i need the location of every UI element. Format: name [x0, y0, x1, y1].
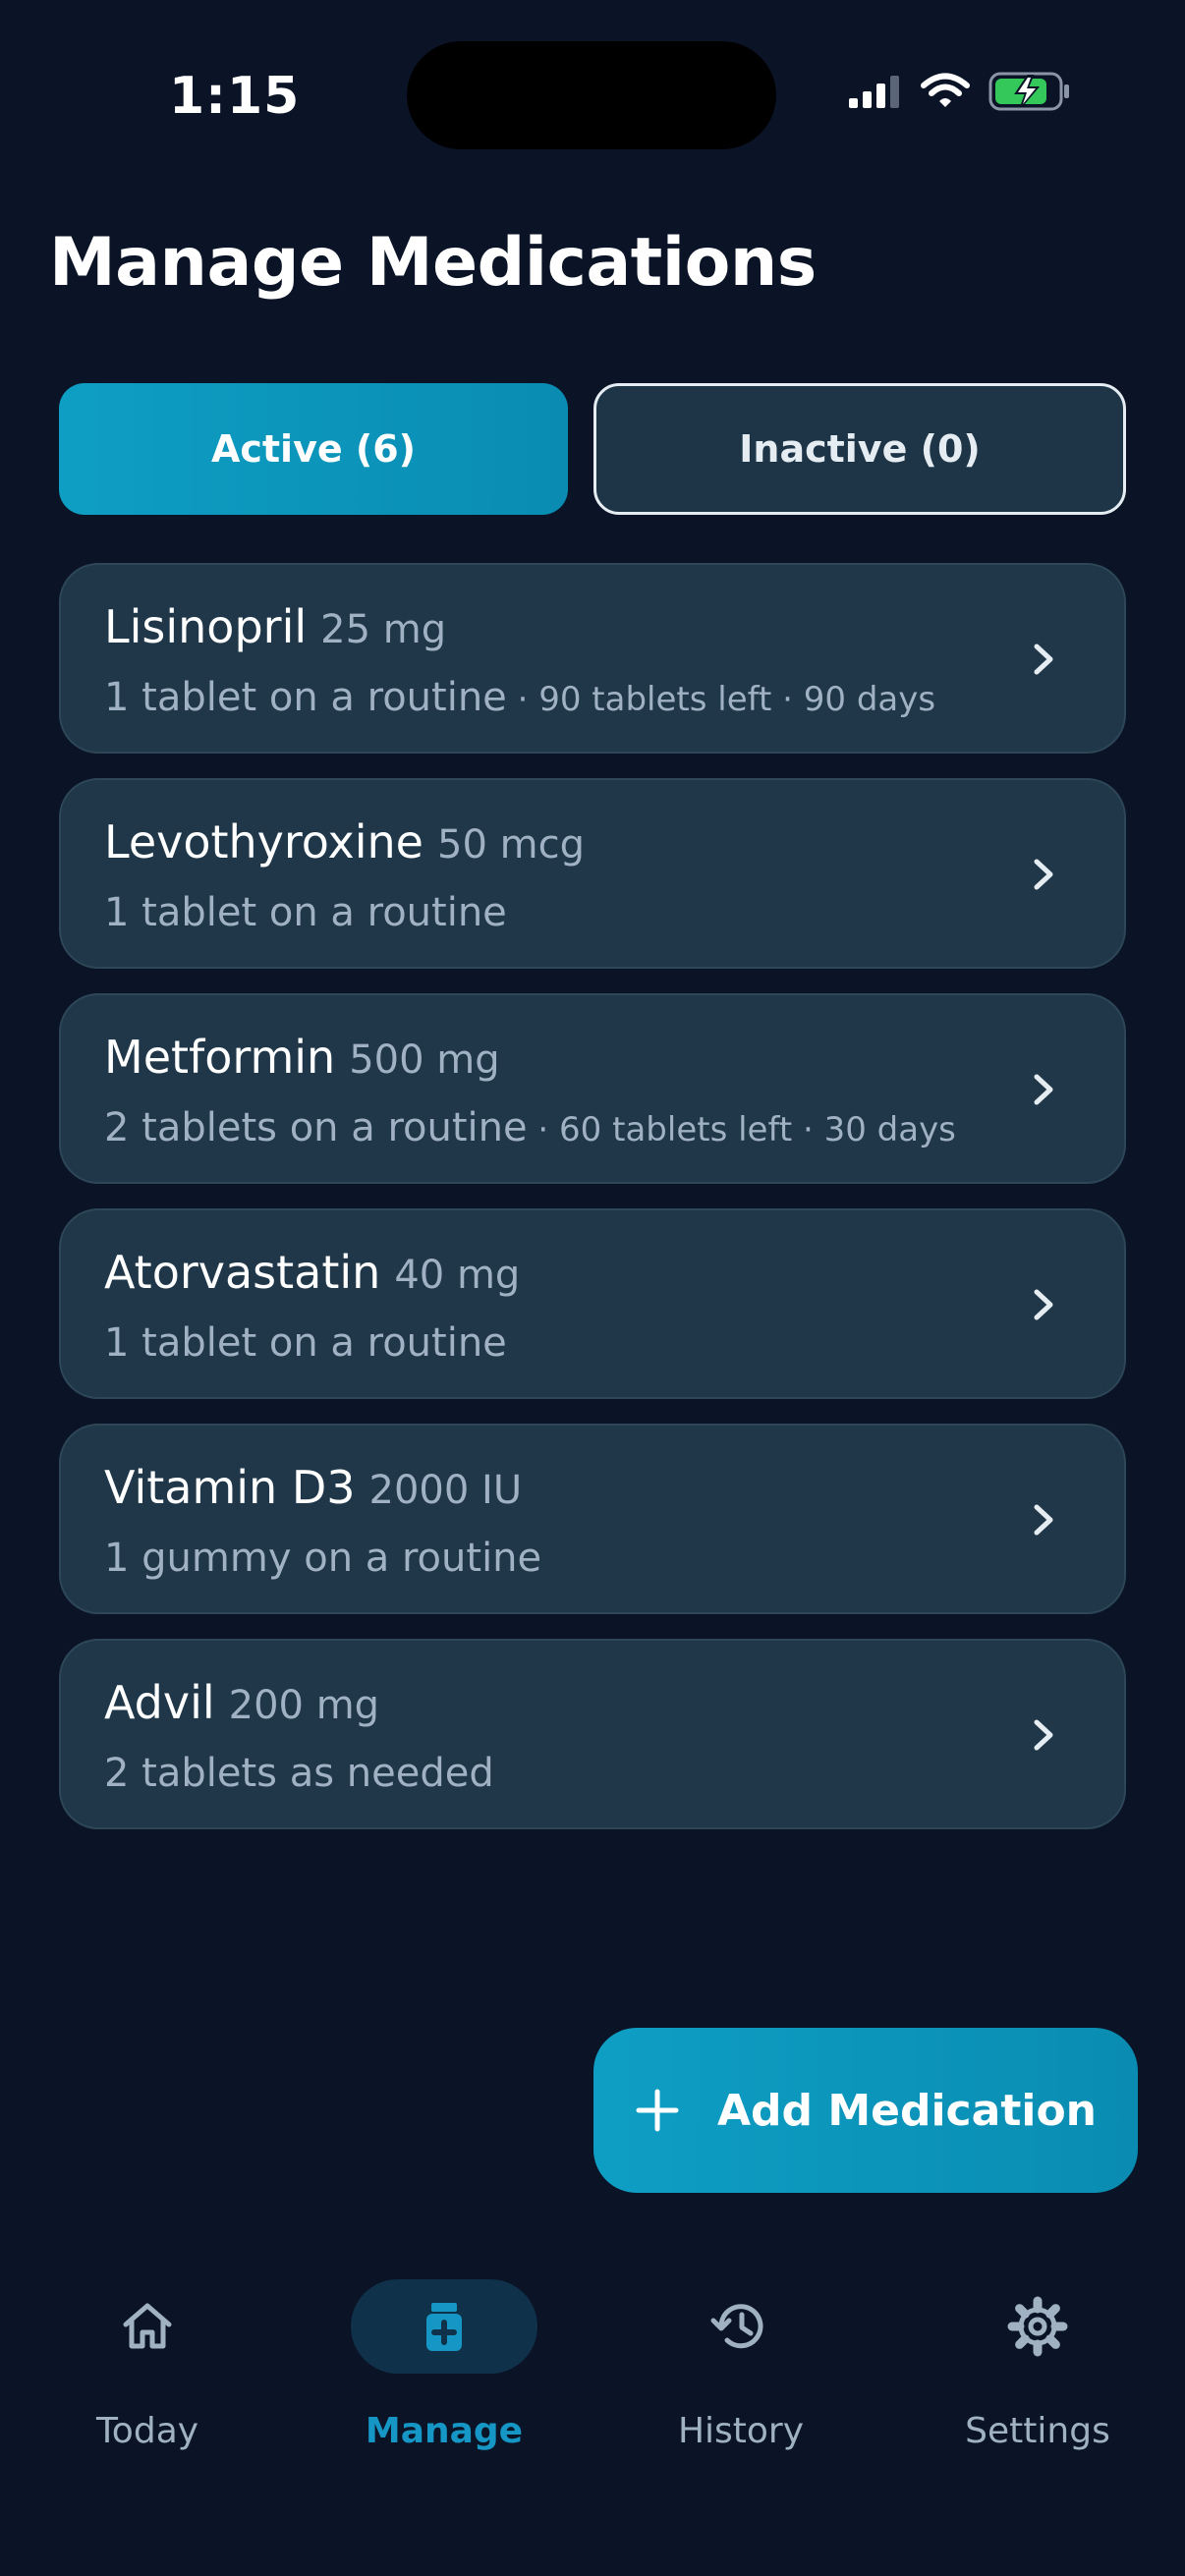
nav-history-label: History [677, 2411, 805, 2451]
medication-list: Lisinopril 25 mg 1 tablet on a routine · … [59, 563, 1126, 1854]
medication-dose: 2000 IU [368, 1468, 523, 1513]
medication-dose: 40 mg [394, 1253, 521, 1298]
chevron-right-icon [1034, 1074, 1053, 1105]
dynamic-island [407, 41, 776, 149]
plus-icon [636, 2089, 679, 2132]
gear-icon [1007, 2296, 1068, 2357]
medication-supply: · 60 tablets left · 30 days [527, 1110, 956, 1149]
tab-active-label: Active (6) [210, 427, 417, 471]
tab-active[interactable]: Active (6) [59, 383, 568, 515]
medication-card-levothyroxine[interactable]: Levothyroxine 50 mcg 1 tablet on a routin… [59, 778, 1126, 969]
bottom-navigation: Today Manage History Settings [0, 2260, 1185, 2456]
nav-manage[interactable]: Manage [297, 2279, 592, 2456]
nav-today-label: Today [95, 2411, 199, 2451]
home-icon [123, 2303, 172, 2349]
history-icon [710, 2304, 763, 2349]
medication-dose: 200 mg [228, 1683, 380, 1728]
chevron-right-icon [1034, 1719, 1053, 1751]
medication-name: Vitamin D3 [104, 1461, 356, 1514]
medication-schedule: 2 tablets on a routine [104, 1105, 528, 1150]
nav-manage-label: Manage [365, 2411, 524, 2451]
nav-settings-label: Settings [965, 2411, 1110, 2451]
medication-card-lisinopril[interactable]: Lisinopril 25 mg 1 tablet on a routine · … [59, 563, 1126, 754]
nav-settings[interactable]: Settings [890, 2279, 1185, 2456]
medicine-bottle-icon [426, 2303, 462, 2351]
medication-card-advil[interactable]: Advil 200 mg 2 tablets as needed [59, 1639, 1126, 1829]
medication-dose: 25 mg [320, 607, 447, 652]
status-bar: 1:15 [0, 0, 1185, 187]
battery-charging-icon [988, 71, 1071, 117]
chevron-right-icon [1034, 1289, 1053, 1320]
chevron-right-icon [1034, 859, 1053, 890]
medication-name: Atorvastatin [104, 1246, 381, 1299]
medication-name: Metformin [104, 1031, 336, 1084]
nav-history[interactable]: History [593, 2279, 888, 2456]
medication-name: Lisinopril [104, 600, 308, 653]
medication-card-vitamin-d3[interactable]: Vitamin D3 2000 IU 1 gummy on a routine [59, 1424, 1126, 1614]
medication-schedule: 1 tablet on a routine [104, 890, 507, 935]
medication-schedule: 1 tablet on a routine [104, 1320, 507, 1366]
status-time: 1:15 [169, 67, 301, 126]
medication-card-atorvastatin[interactable]: Atorvastatin 40 mg 1 tablet on a routine [59, 1208, 1126, 1399]
tab-inactive-label: Inactive (0) [739, 427, 981, 471]
nav-today[interactable]: Today [0, 2279, 295, 2456]
add-medication-label: Add Medication [716, 2085, 1097, 2136]
medication-dose: 500 mg [349, 1037, 500, 1083]
medication-card-metformin[interactable]: Metformin 500 mg 2 tablets on a routine ·… [59, 993, 1126, 1184]
medication-schedule: 2 tablets as needed [104, 1751, 494, 1796]
medication-dose: 50 mcg [437, 822, 585, 868]
chevron-right-icon [1034, 1504, 1053, 1536]
add-medication-button[interactable]: Add Medication [593, 2028, 1138, 2193]
status-icons [845, 69, 1071, 118]
medication-name: Advil [104, 1676, 215, 1729]
cellular-signal-icon [845, 73, 902, 115]
chevron-right-icon [1034, 644, 1053, 675]
medication-name: Levothyroxine [104, 815, 423, 868]
medication-schedule: 1 gummy on a routine [104, 1536, 542, 1581]
medication-supply: · 90 tablets left · 90 days [506, 680, 936, 719]
tab-inactive[interactable]: Inactive (0) [593, 383, 1126, 515]
medication-schedule: 1 tablet on a routine [104, 675, 507, 720]
page-title: Manage Medications [49, 224, 817, 302]
wifi-icon [920, 73, 971, 115]
